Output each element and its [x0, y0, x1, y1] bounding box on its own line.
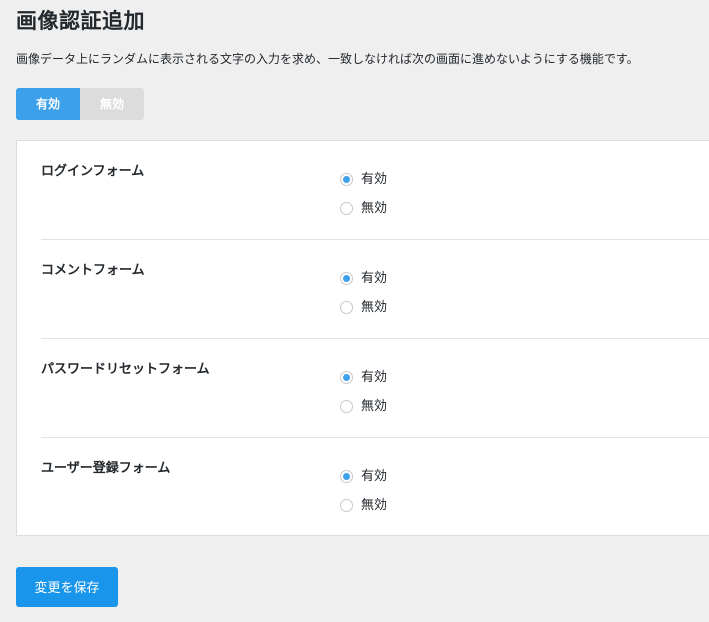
settings-page: 画像認証追加 画像データ上にランダムに表示される文字の入力を求め、一致しなければ… — [0, 0, 709, 622]
toggle-enable-button[interactable]: 有効 — [16, 88, 80, 120]
radio-label: 無効 — [361, 299, 388, 315]
radio-button-checked[interactable] — [340, 173, 353, 186]
radio-button[interactable] — [340, 202, 353, 215]
feature-toggle: 有効 無効 — [16, 88, 144, 120]
save-changes-button[interactable]: 変更を保存 — [16, 567, 118, 607]
radio-label: 有効 — [361, 369, 388, 385]
radio-label: 無効 — [361, 200, 388, 216]
form-setting-row-password-reset: パスワードリセットフォーム 有効 無効 — [41, 339, 709, 438]
radio-option-disabled[interactable]: 無効 — [340, 293, 387, 322]
radio-label: 有効 — [361, 468, 388, 484]
radio-option-enabled[interactable]: 有効 — [340, 165, 387, 194]
radio-group-password-reset: 有効 無効 — [340, 363, 387, 421]
form-setting-row-login: ログインフォーム 有効 無効 — [41, 141, 709, 240]
form-label: コメントフォーム — [41, 263, 145, 278]
radio-option-disabled[interactable]: 無効 — [340, 392, 387, 421]
page-title: 画像認証追加 — [16, 9, 145, 33]
radio-button-checked[interactable] — [340, 272, 353, 285]
form-setting-row-user-registration: ユーザー登録フォーム 有効 無効 — [41, 438, 709, 537]
form-label: ログインフォーム — [41, 164, 145, 179]
radio-button[interactable] — [340, 499, 353, 512]
radio-group-comment: 有効 無効 — [340, 264, 387, 322]
radio-label: 無効 — [361, 398, 388, 414]
radio-label: 無効 — [361, 497, 388, 513]
radio-option-enabled[interactable]: 有効 — [340, 363, 387, 392]
page-description: 画像データ上にランダムに表示される文字の入力を求め、一致しなければ次の画面に進め… — [16, 52, 639, 66]
radio-button-checked[interactable] — [340, 470, 353, 483]
radio-option-disabled[interactable]: 無効 — [340, 194, 387, 223]
radio-button[interactable] — [340, 400, 353, 413]
radio-label: 有効 — [361, 171, 388, 187]
form-label: パスワードリセットフォーム — [41, 362, 210, 377]
radio-group-user-registration: 有効 無効 — [340, 462, 387, 520]
radio-button-checked[interactable] — [340, 371, 353, 384]
toggle-disable-button[interactable]: 無効 — [80, 88, 144, 120]
radio-option-enabled[interactable]: 有効 — [340, 264, 387, 293]
form-label: ユーザー登録フォーム — [41, 461, 171, 476]
form-setting-row-comment: コメントフォーム 有効 無効 — [41, 240, 709, 339]
settings-card: ログインフォーム 有効 無効 コメントフォーム 有効 無効 パスワードリセットフ… — [16, 140, 709, 536]
radio-option-enabled[interactable]: 有効 — [340, 462, 387, 491]
radio-option-disabled[interactable]: 無効 — [340, 491, 387, 520]
radio-label: 有効 — [361, 270, 388, 286]
radio-group-login: 有効 無効 — [340, 165, 387, 223]
radio-button[interactable] — [340, 301, 353, 314]
